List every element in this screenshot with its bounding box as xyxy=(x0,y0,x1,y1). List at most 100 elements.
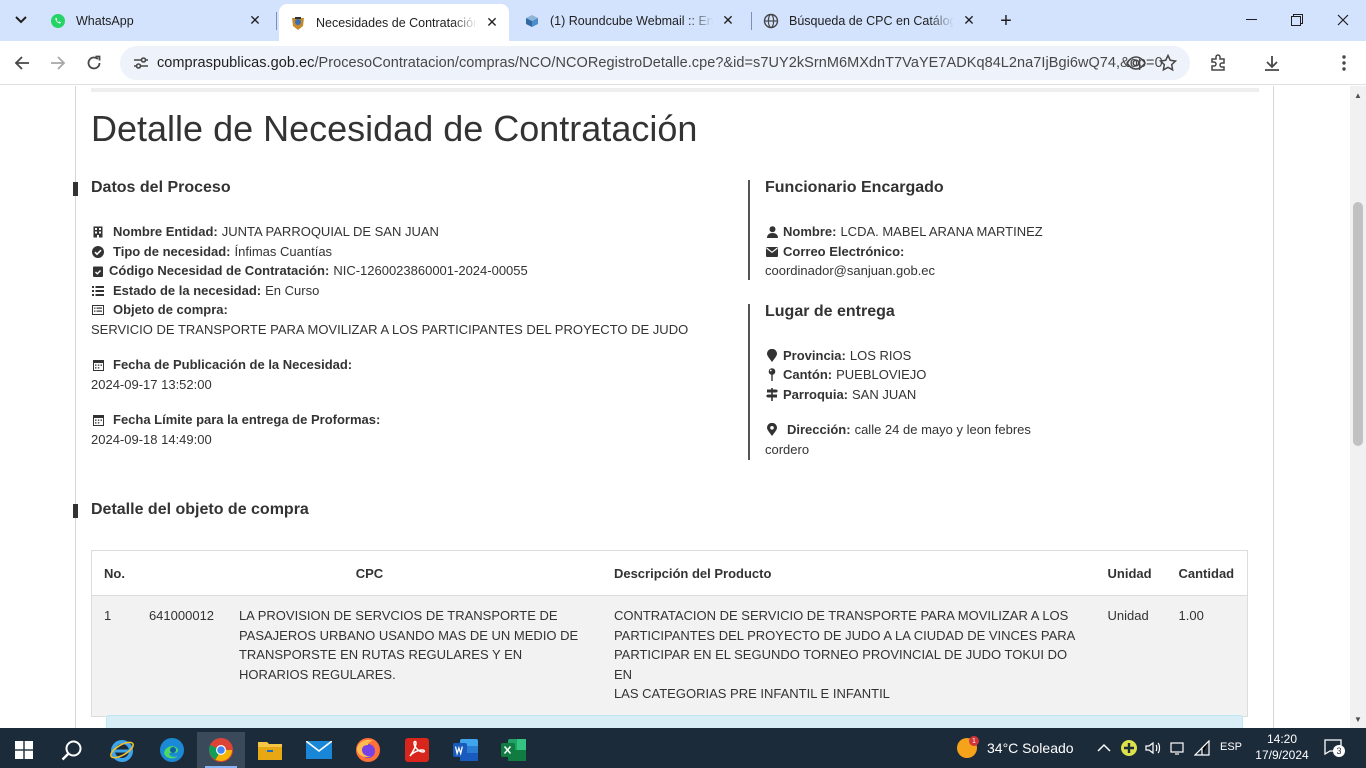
taskbar-search-button[interactable] xyxy=(48,732,96,768)
page-title: Detalle de Necesidad de Contratación xyxy=(91,108,698,149)
windows-logo-icon xyxy=(15,741,33,759)
arrow-right-icon xyxy=(51,56,66,70)
page-scrollbar[interactable]: ▲ ▼ xyxy=(1350,86,1366,728)
fecha-limite-value: 2024-09-18 14:49:00 xyxy=(91,432,212,447)
user-icon xyxy=(765,225,779,239)
reload-button[interactable] xyxy=(80,49,108,77)
direccion-line-2: cordero xyxy=(765,442,810,457)
restore-icon xyxy=(1291,14,1303,26)
forward-button[interactable] xyxy=(44,49,72,77)
signpost-icon xyxy=(765,388,779,402)
section-marker xyxy=(73,504,78,518)
close-icon[interactable]: ✕ xyxy=(719,12,737,30)
list-icon xyxy=(91,284,105,298)
tab-label: (1) Roundcube Webmail :: Entra xyxy=(550,13,713,28)
page-viewport: Detalle de Necesidad de Contratación Dat… xyxy=(0,86,1350,728)
funcionario-correo-row: Correo Electrónico: xyxy=(765,244,908,259)
language-indicator[interactable]: ESP xyxy=(1220,741,1242,753)
fecha-limite-row: Fecha Límite para la entrega de Proforma… xyxy=(91,412,384,427)
taskbar-mail[interactable] xyxy=(295,732,343,768)
taskbar-word[interactable] xyxy=(442,732,490,768)
nombre-entidad-row: Nombre Entidad: JUNTA PARROQUIAL DE SAN J… xyxy=(91,224,439,239)
list-alt-icon xyxy=(91,303,105,317)
tray-app-icon[interactable] xyxy=(1121,740,1137,756)
table-header-row: No. CPC Descripción del Producto Unidad … xyxy=(91,550,1248,596)
browser-toolbar: compraspublicas.gob.ec/ProcesoContrataci… xyxy=(0,41,1366,114)
notifications-button[interactable]: 3 xyxy=(1324,739,1345,760)
tab-search-button[interactable] xyxy=(8,8,34,32)
roundcube-icon xyxy=(524,13,540,29)
clock[interactable]: 14:20 17/9/2024 xyxy=(1254,731,1310,763)
close-icon[interactable]: ✕ xyxy=(483,14,501,32)
close-window-button[interactable] xyxy=(1320,0,1366,40)
minimize-button[interactable] xyxy=(1228,0,1274,40)
cell-no: 1 xyxy=(91,595,137,716)
globe-icon xyxy=(763,13,779,29)
tab-whatsapp[interactable]: WhatsApp ✕ xyxy=(40,6,272,35)
fecha-publicacion-value: 2024-09-17 13:52:00 xyxy=(91,377,212,392)
column-header-cantidad: Cantidad xyxy=(1167,550,1248,596)
wifi-icon[interactable] xyxy=(1193,739,1210,761)
visibility-button[interactable] xyxy=(1122,49,1150,77)
clock-date: 17/9/2024 xyxy=(1255,748,1309,762)
edge-icon xyxy=(160,738,184,762)
taskbar-acrobat[interactable] xyxy=(393,732,441,768)
menu-button[interactable] xyxy=(1330,49,1358,77)
section-divider xyxy=(748,304,750,460)
close-icon[interactable]: ✕ xyxy=(246,12,264,30)
new-tab-button[interactable]: + xyxy=(994,9,1018,33)
taskbar-excel[interactable] xyxy=(490,732,538,768)
direccion-row: Dirección: calle 24 de mayo y leon febres xyxy=(765,422,1031,437)
reload-icon xyxy=(87,55,101,70)
extensions-button[interactable] xyxy=(1204,49,1232,77)
word-icon xyxy=(453,739,478,761)
top-divider xyxy=(91,88,1259,92)
windows-taskbar: 1 34°C Soleado ESP 14:20 17/9/2024 3 xyxy=(0,728,1366,768)
internet-explorer-icon xyxy=(110,740,134,762)
tab-necesidades[interactable]: Necesidades de Contratación y ✕ xyxy=(279,4,509,41)
weather-text[interactable]: 34°C Soleado xyxy=(987,740,1074,756)
scroll-thumb[interactable] xyxy=(1353,202,1363,446)
search-icon xyxy=(61,740,82,761)
provincia-row: Provincia: LOS RIOS xyxy=(765,348,911,363)
close-icon[interactable]: ✕ xyxy=(960,12,978,30)
taskbar-firefox[interactable] xyxy=(344,732,392,768)
back-button[interactable] xyxy=(8,49,36,77)
funcionario-correo-value[interactable]: coordinador@sanjuan.gob.ec xyxy=(765,263,935,278)
chevron-up-icon[interactable] xyxy=(1097,740,1111,758)
start-button[interactable] xyxy=(0,732,48,768)
tab-roundcube[interactable]: (1) Roundcube Webmail :: Entra ✕ xyxy=(515,6,745,35)
taskbar-internet-explorer[interactable] xyxy=(98,732,146,768)
speaker-icon[interactable] xyxy=(1145,740,1161,761)
scroll-up-icon[interactable]: ▲ xyxy=(1353,90,1363,100)
calendar-icon xyxy=(91,413,105,427)
location-marker-icon xyxy=(765,423,779,437)
ecuador-seal-icon xyxy=(290,15,306,31)
map-marker-icon xyxy=(765,349,779,363)
section-marker xyxy=(73,182,78,196)
taskbar-file-explorer[interactable] xyxy=(246,732,294,768)
site-settings-icon[interactable] xyxy=(132,54,150,72)
funcionario-nombre-row: Nombre: LCDA. MABEL ARANA MARTINEZ xyxy=(765,224,1043,239)
scroll-down-icon[interactable]: ▼ xyxy=(1353,714,1363,724)
bookmark-button[interactable] xyxy=(1154,49,1182,77)
meet-now-icon[interactable] xyxy=(1170,740,1184,761)
downloads-button[interactable] xyxy=(1258,49,1286,77)
clock-time: 14:20 xyxy=(1266,732,1298,746)
taskbar-chrome[interactable] xyxy=(197,732,245,768)
download-icon xyxy=(1265,56,1279,71)
address-bar[interactable]: compraspublicas.gob.ec/ProcesoContrataci… xyxy=(120,46,1190,80)
minimize-icon xyxy=(1245,19,1257,20)
url-text: compraspublicas.gob.ec/ProcesoContrataci… xyxy=(157,55,1163,71)
detalle-table: No. CPC Descripción del Producto Unidad … xyxy=(91,550,1248,717)
cell-descripcion: CONTRATACION DE SERVICIO DE TRANSPORTE P… xyxy=(601,595,1100,716)
estado-necesidad-row: Estado de la necesidad: En Curso xyxy=(91,283,319,298)
cell-unidad: Unidad xyxy=(1099,595,1168,716)
fecha-publicacion-row: Fecha de Publicación de la Necesidad: xyxy=(91,357,356,372)
puzzle-icon xyxy=(1211,54,1225,71)
restore-button[interactable] xyxy=(1274,0,1320,40)
adobe-acrobat-icon xyxy=(405,738,429,762)
tab-busqueda-cpc[interactable]: Búsqueda de CPC en Catálogo ✕ xyxy=(754,6,986,35)
taskbar-edge[interactable] xyxy=(148,732,196,768)
tab-label: WhatsApp xyxy=(76,13,134,28)
